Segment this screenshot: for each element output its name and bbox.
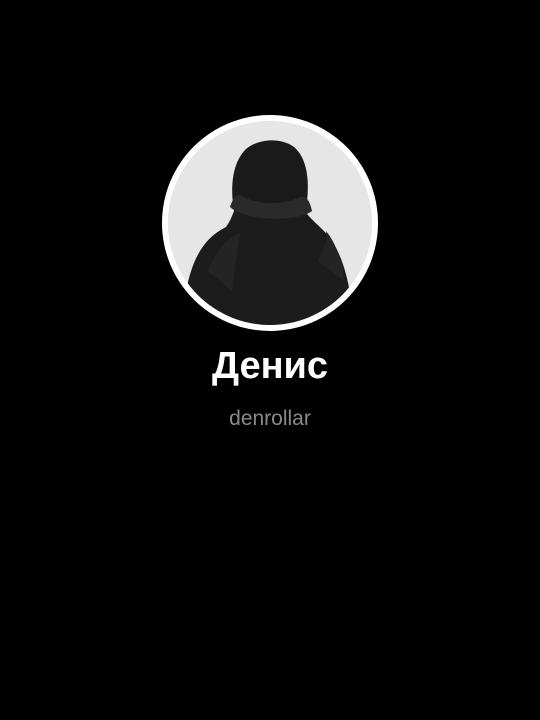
profile-name: Денис [211, 345, 329, 387]
avatar-photo [168, 121, 372, 325]
avatar[interactable] [162, 115, 378, 331]
profile-username: denrollar [229, 407, 311, 430]
hooded-figure-icon [168, 121, 372, 325]
profile-card: Денис denrollar [0, 0, 540, 720]
